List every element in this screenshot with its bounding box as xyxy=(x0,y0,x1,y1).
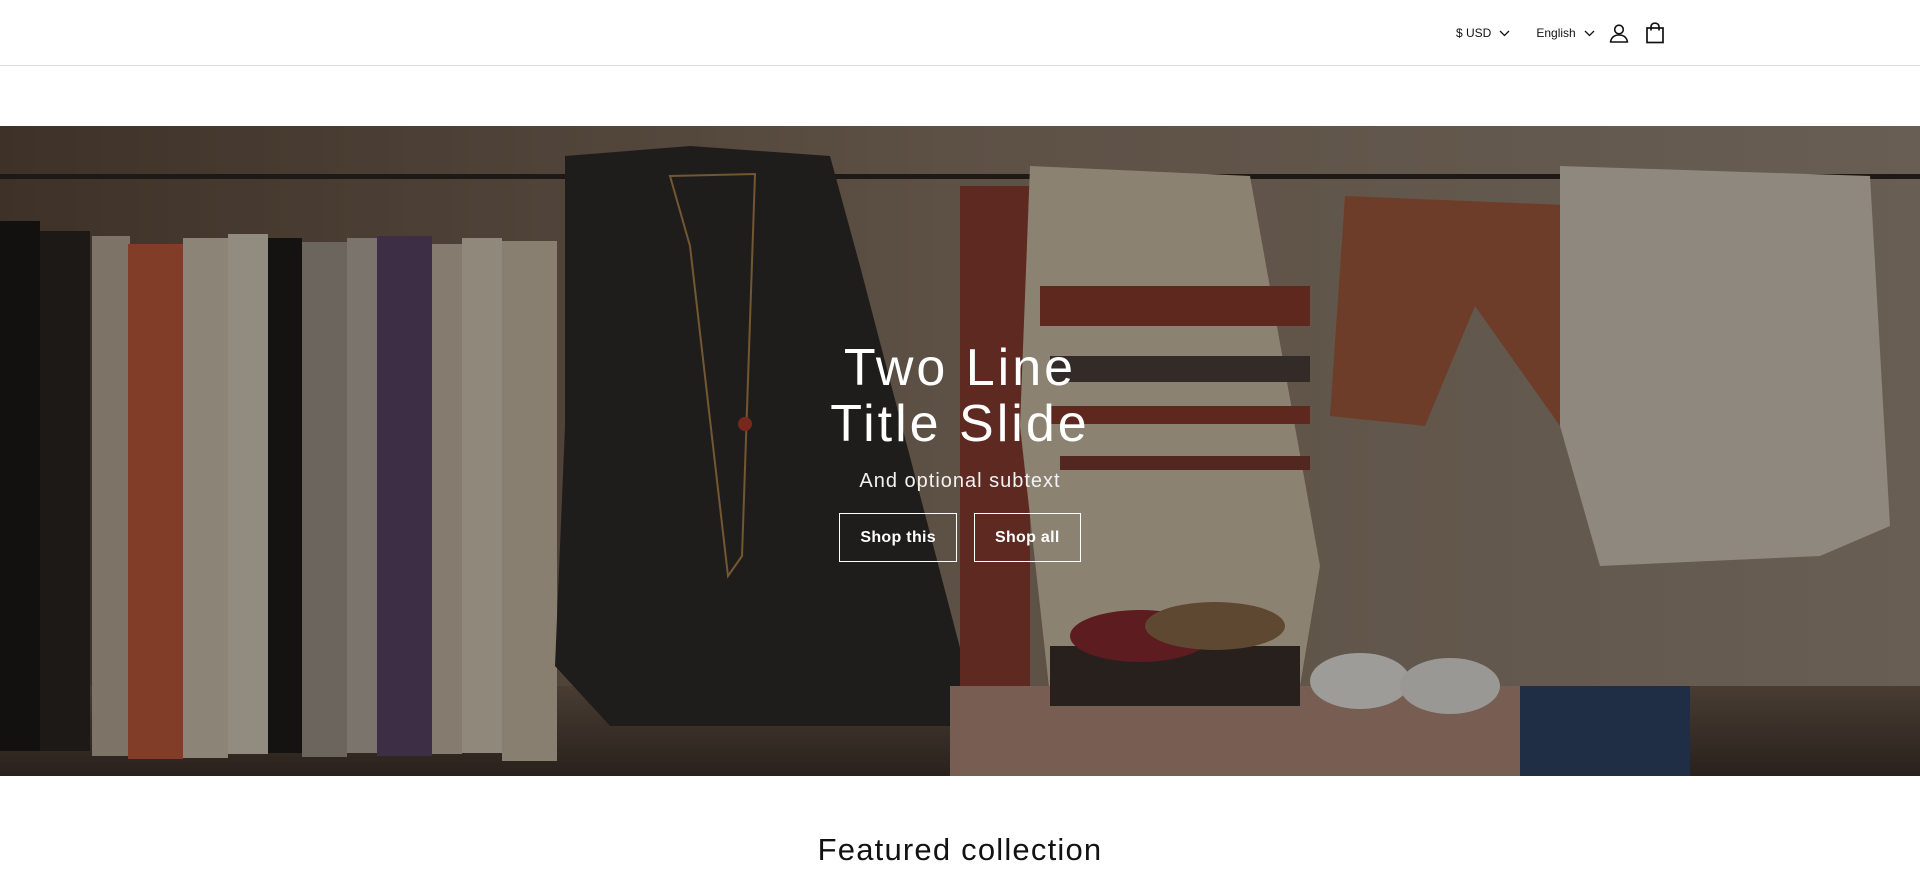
hero-content: Two Line Title Slide And optional subtex… xyxy=(0,340,1920,562)
currency-label: $ USD xyxy=(1456,26,1492,40)
chevron-down-icon xyxy=(1499,30,1510,37)
hero-title-line-1: Two Line xyxy=(843,339,1077,397)
hero-subtext: And optional subtext xyxy=(859,470,1061,492)
currency-selector[interactable]: $ USD xyxy=(1456,19,1510,47)
shop-all-button[interactable]: Shop all xyxy=(973,513,1081,562)
featured-collection-title: Featured collection xyxy=(817,832,1103,867)
header-utilities: $ USD English xyxy=(1450,19,1669,47)
cart-icon[interactable] xyxy=(1641,19,1669,47)
hero-title-line-2: Title Slide xyxy=(830,395,1090,453)
shop-this-button[interactable]: Shop this xyxy=(839,513,957,562)
language-selector[interactable]: English xyxy=(1536,19,1595,47)
hero-title: Two Line Title Slide xyxy=(720,340,1200,452)
account-icon[interactable] xyxy=(1605,19,1633,47)
chevron-down-icon xyxy=(1584,30,1595,37)
hero-buttons: Shop this Shop all xyxy=(839,513,1081,562)
hero-slideshow: Two Line Title Slide And optional subtex… xyxy=(0,126,1920,776)
language-label: English xyxy=(1536,26,1576,40)
site-header: $ USD English xyxy=(0,0,1920,66)
